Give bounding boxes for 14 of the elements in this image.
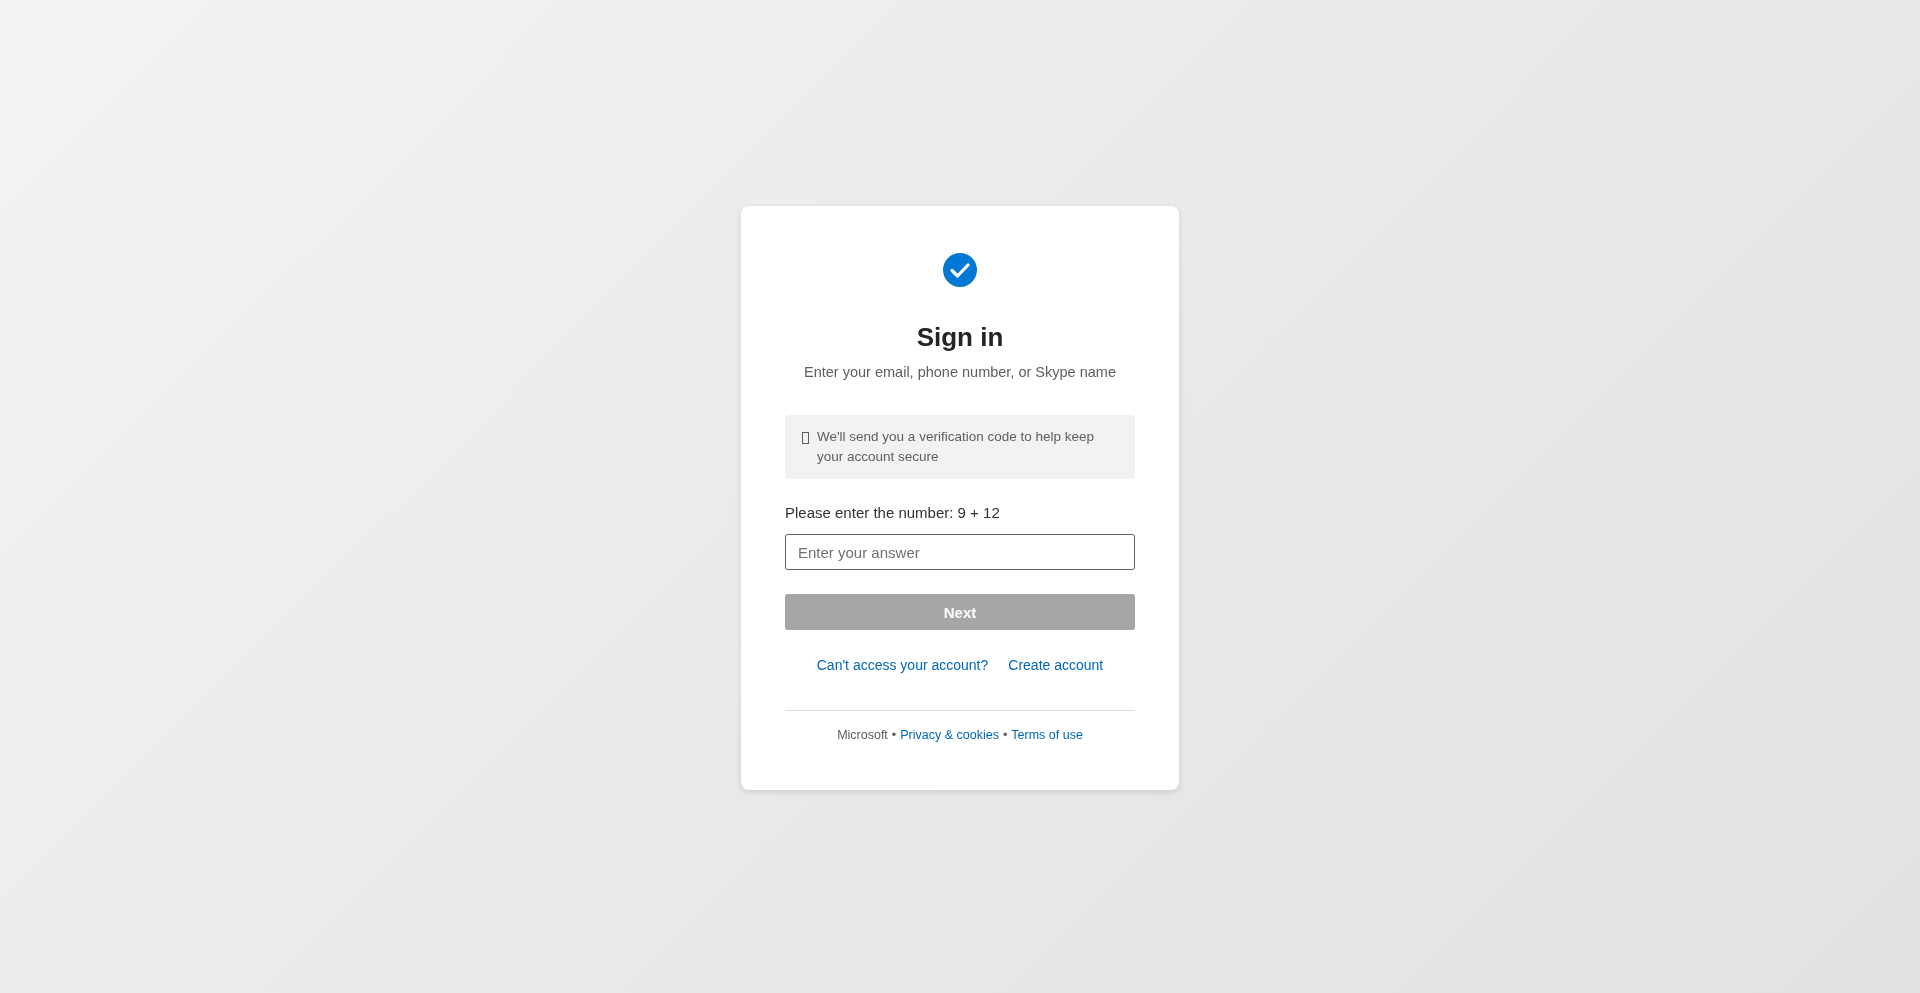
footer-link[interactable]: Terms of use <box>1011 728 1083 742</box>
footer-text: • <box>891 728 897 742</box>
footer-link[interactable]: Privacy & cookies <box>900 728 999 742</box>
page-title: Sign in <box>916 321 1004 353</box>
subtitle: Enter your email, phone number, or Skype name <box>804 363 1116 382</box>
notice-text: We'll send you a verification code to help keep your account secure <box>817 428 1095 466</box>
checkmark-icon <box>943 253 977 287</box>
question-label: Please enter the number: 9 + 12 <box>785 503 1001 523</box>
answer-field[interactable]: Enter your answer <box>785 534 1135 570</box>
account-link[interactable]: Create account <box>1008 657 1104 673</box>
footer-text: Microsoft <box>837 728 888 742</box>
account-link[interactable]: Can't access your account? <box>816 657 989 673</box>
footer-text: • <box>1002 728 1008 742</box>
missing-glyph-icon <box>802 432 809 444</box>
